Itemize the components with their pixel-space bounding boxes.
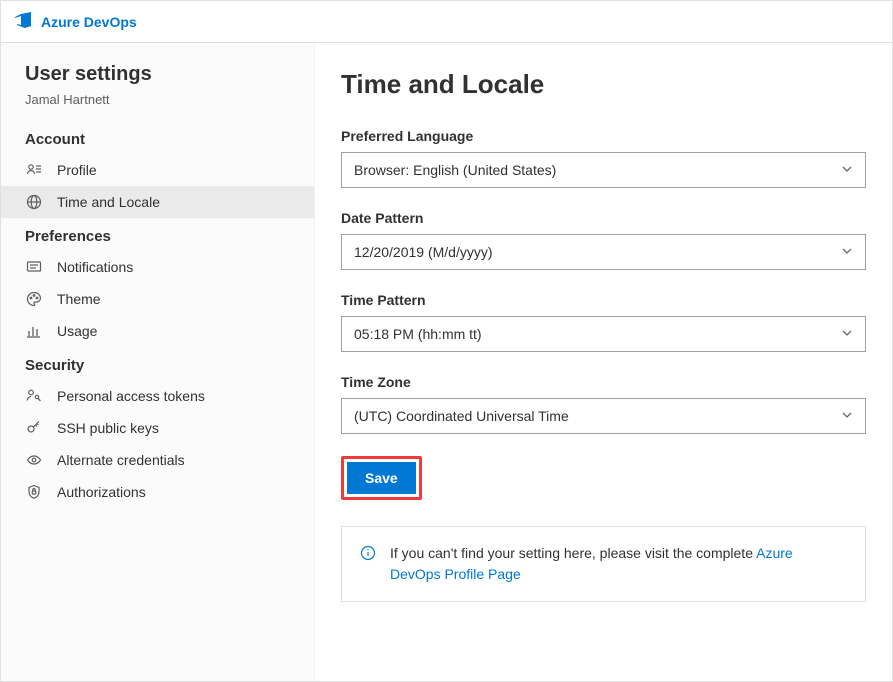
select-value: (UTC) Coordinated Universal Time (354, 408, 569, 424)
select-preferred-language[interactable]: Browser: English (United States) (341, 152, 866, 188)
sidebar-item-alt-credentials[interactable]: Alternate credentials (1, 444, 314, 476)
sidebar-item-label: Authorizations (57, 484, 146, 500)
select-time-zone[interactable]: (UTC) Coordinated Universal Time (341, 398, 866, 434)
sidebar-item-pat[interactable]: Personal access tokens (1, 380, 314, 412)
sidebar-item-profile[interactable]: Profile (1, 154, 314, 186)
field-label-language: Preferred Language (341, 128, 866, 144)
sidebar-item-label: Notifications (57, 259, 133, 275)
sidebar-item-label: Usage (57, 323, 97, 339)
page-title: Time and Locale (341, 69, 866, 100)
info-callout: If you can't find your setting here, ple… (341, 526, 866, 602)
sidebar: User settings Jamal Hartnett Account Pro… (1, 43, 315, 681)
sidebar-item-label: Profile (57, 162, 97, 178)
sidebar-item-label: Alternate credentials (57, 452, 185, 468)
sidebar-title: User settings (1, 63, 314, 92)
section-heading-account: Account (1, 121, 314, 154)
sidebar-item-ssh[interactable]: SSH public keys (1, 412, 314, 444)
sidebar-subtitle: Jamal Hartnett (1, 92, 314, 121)
message-icon (25, 258, 43, 276)
sidebar-item-theme[interactable]: Theme (1, 283, 314, 315)
info-icon (360, 545, 376, 585)
sidebar-item-label: Theme (57, 291, 101, 307)
sidebar-item-authorizations[interactable]: Authorizations (1, 476, 314, 508)
globe-icon (25, 193, 43, 211)
field-label-time-pattern: Time Pattern (341, 292, 866, 308)
save-button[interactable]: Save (347, 462, 416, 494)
sidebar-item-label: SSH public keys (57, 420, 159, 436)
brand-label: Azure DevOps (41, 14, 137, 30)
section-heading-preferences: Preferences (1, 218, 314, 251)
select-value: Browser: English (United States) (354, 162, 556, 178)
select-value: 05:18 PM (hh:mm tt) (354, 326, 482, 342)
chevron-down-icon (841, 244, 853, 260)
key-icon (25, 419, 43, 437)
field-label-date-pattern: Date Pattern (341, 210, 866, 226)
callout-body: If you can't find your setting here, ple… (390, 543, 847, 585)
profile-icon (25, 161, 43, 179)
section-heading-security: Security (1, 347, 314, 380)
sidebar-item-usage[interactable]: Usage (1, 315, 314, 347)
palette-icon (25, 290, 43, 308)
select-date-pattern[interactable]: 12/20/2019 (M/d/yyyy) (341, 234, 866, 270)
bar-chart-icon (25, 322, 43, 340)
field-label-time-zone: Time Zone (341, 374, 866, 390)
select-time-pattern[interactable]: 05:18 PM (hh:mm tt) (341, 316, 866, 352)
chevron-down-icon (841, 326, 853, 342)
person-key-icon (25, 387, 43, 405)
sidebar-item-label: Personal access tokens (57, 388, 205, 404)
main-panel: Time and Locale Preferred Language Brows… (315, 43, 892, 681)
topbar: Azure DevOps (1, 1, 892, 43)
save-highlight: Save (341, 456, 422, 500)
eye-lock-icon (25, 451, 43, 469)
shield-lock-icon (25, 483, 43, 501)
azure-devops-logo-icon (13, 10, 33, 33)
brand[interactable]: Azure DevOps (13, 10, 137, 33)
chevron-down-icon (841, 408, 853, 424)
sidebar-item-time-locale[interactable]: Time and Locale (1, 186, 314, 218)
select-value: 12/20/2019 (M/d/yyyy) (354, 244, 493, 260)
sidebar-item-label: Time and Locale (57, 194, 160, 210)
sidebar-item-notifications[interactable]: Notifications (1, 251, 314, 283)
chevron-down-icon (841, 162, 853, 178)
callout-prefix: If you can't find your setting here, ple… (390, 545, 756, 561)
